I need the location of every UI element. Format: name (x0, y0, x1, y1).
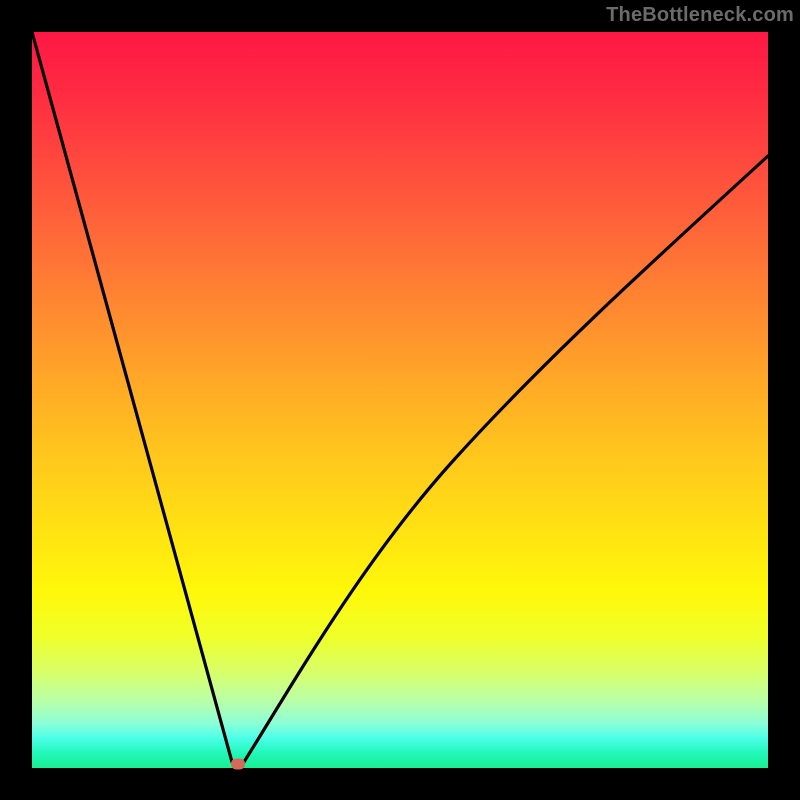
chart-frame: TheBottleneck.com (0, 0, 800, 800)
bottleneck-curve-path (32, 32, 768, 765)
minimum-marker (231, 759, 245, 770)
watermark-text: TheBottleneck.com (606, 4, 794, 27)
plot-area (32, 32, 768, 768)
curve-svg (32, 32, 768, 768)
